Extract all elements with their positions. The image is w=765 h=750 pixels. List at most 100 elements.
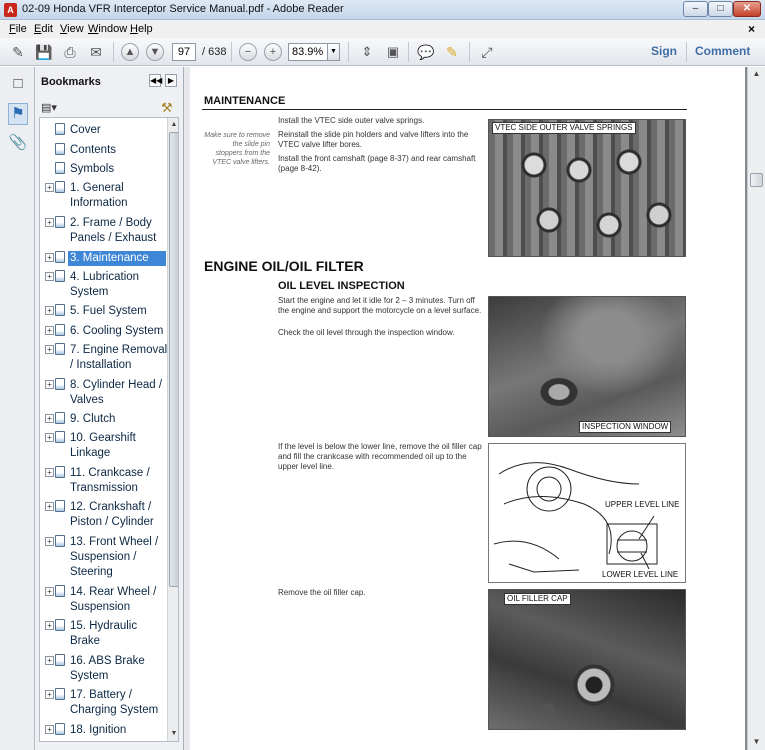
expand-icon[interactable]: +: [45, 690, 54, 699]
menu-edit[interactable]: Edit: [34, 23, 53, 35]
expand-icon[interactable]: +: [45, 345, 54, 354]
edit-pdf-icon[interactable]: ✎: [8, 42, 28, 62]
menu-help[interactable]: Help: [130, 23, 153, 35]
section-heading: ENGINE OIL/OIL FILTER: [204, 258, 364, 274]
bookmark-icon: [55, 343, 65, 355]
scroll-thumb[interactable]: [169, 132, 178, 587]
expand-icon[interactable]: +: [45, 326, 54, 335]
print-icon[interactable]: ⎙: [60, 42, 80, 62]
lower-level-line-label: LOWER LEVEL LINE: [602, 570, 679, 579]
bookmarks-title: Bookmarks: [41, 76, 101, 88]
step-text: Install the VTEC side outer valve spring…: [278, 116, 425, 125]
bookmark-icon: [55, 162, 65, 174]
expand-icon[interactable]: +: [45, 272, 54, 281]
bookmark-icon: [55, 535, 65, 547]
adobe-reader-icon: A: [4, 3, 17, 17]
expand-icon[interactable]: +: [45, 253, 54, 262]
bookmark-icon: [55, 324, 65, 336]
toolbar-divider: [348, 42, 349, 62]
menu-bar: File Edit View Window Help ×: [0, 20, 765, 38]
bookmark-icon: [55, 181, 65, 193]
menu-view[interactable]: View: [60, 23, 84, 35]
save-icon[interactable]: 💾: [34, 42, 54, 62]
bookmark-icon: [55, 585, 65, 597]
engine-line-drawing: [493, 462, 658, 573]
scroll-down-icon[interactable]: ▼: [750, 737, 763, 746]
page-thumbnails-icon[interactable]: □: [8, 75, 28, 97]
toolbar-divider: [113, 42, 114, 62]
email-icon[interactable]: ✉: [86, 42, 106, 62]
bookmark-icon: [55, 216, 65, 228]
upper-level-line-label: UPPER LEVEL LINE: [605, 500, 680, 509]
fit-page-icon[interactable]: ⇕: [357, 42, 377, 62]
bookmark-icon: [55, 654, 65, 666]
menu-window[interactable]: Window: [88, 23, 127, 35]
expand-icon[interactable]: +: [45, 502, 54, 511]
bookmark-icon: [55, 143, 65, 155]
expand-icon[interactable]: +: [45, 306, 54, 315]
scroll-up-icon[interactable]: ▲: [168, 118, 178, 131]
bookmark-icon: [55, 378, 65, 390]
full-screen-icon[interactable]: ⤢: [477, 42, 497, 62]
figure-label: VTEC SIDE OUTER VALVE SPRINGS: [492, 122, 636, 134]
expand-panel-icon[interactable]: ▶: [165, 74, 177, 87]
toolbar-divider: [408, 42, 409, 62]
close-document-icon[interactable]: ×: [748, 22, 755, 36]
find-bookmark-icon[interactable]: ⚒: [161, 100, 173, 116]
toolbar-divider: [231, 42, 232, 62]
scroll-up-icon[interactable]: ▲: [750, 69, 763, 78]
bookmark-options-icon[interactable]: ▤▾: [41, 101, 57, 114]
zoom-out-icon[interactable]: −: [239, 43, 257, 61]
header-rule: [202, 109, 687, 110]
sticky-note-icon[interactable]: 💬: [416, 42, 436, 62]
bookmark-icon: [55, 466, 65, 478]
expand-icon[interactable]: +: [45, 621, 54, 630]
menu-file[interactable]: File: [9, 23, 27, 35]
scroll-down-icon[interactable]: ▼: [168, 727, 178, 740]
bookmark-icon: [55, 412, 65, 424]
minimize-button[interactable]: –: [683, 1, 708, 17]
zoom-input[interactable]: 83.9%: [288, 43, 328, 61]
bookmark-icon: [55, 123, 65, 135]
title-bar: A 02-09 Honda VFR Interceptor Service Ma…: [0, 0, 765, 20]
previous-page-icon[interactable]: ▲: [121, 43, 139, 61]
bookmark-icon: [55, 688, 65, 700]
expand-icon[interactable]: +: [45, 587, 54, 596]
pdf-page: MAINTENANCE Make sure to remove the slid…: [190, 67, 745, 750]
expand-icon[interactable]: +: [45, 656, 54, 665]
scroll-thumb[interactable]: [750, 173, 763, 187]
expand-icon[interactable]: +: [45, 380, 54, 389]
bookmarks-scrollbar[interactable]: ▲ ▼: [167, 118, 178, 741]
step-text: Install the front camshaft (page 8-37) a…: [278, 154, 476, 173]
document-scrollbar[interactable]: ▲ ▼: [747, 67, 765, 750]
zoom-dropdown-icon[interactable]: ▼: [327, 43, 340, 61]
comment-button[interactable]: Comment: [695, 44, 750, 58]
subsection-heading: OIL LEVEL INSPECTION: [278, 280, 405, 292]
bookmarks-icon[interactable]: ⚑: [8, 103, 28, 125]
document-area: MAINTENANCE Make sure to remove the slid…: [190, 67, 747, 750]
close-window-button[interactable]: ✕: [733, 1, 761, 17]
zoom-in-icon[interactable]: +: [264, 43, 282, 61]
collapse-panel-icon[interactable]: ◀◀: [149, 74, 162, 87]
inspection-window-photo: INSPECTION WINDOW: [488, 296, 686, 437]
expand-icon[interactable]: +: [45, 468, 54, 477]
section-header: MAINTENANCE: [204, 95, 286, 107]
fit-width-icon[interactable]: ▣: [383, 42, 403, 62]
bookmark-tree: Cover Contents Symbols +1. General Infor…: [39, 117, 179, 742]
paragraph: Start the engine and let it idle for 2 –…: [278, 296, 482, 315]
expand-icon[interactable]: +: [45, 218, 54, 227]
maximize-button[interactable]: □: [708, 1, 733, 17]
toolbar-divider: [686, 42, 687, 62]
highlight-icon[interactable]: ✎: [442, 42, 462, 62]
expand-icon[interactable]: +: [45, 537, 54, 546]
expand-icon[interactable]: +: [45, 183, 54, 192]
expand-icon[interactable]: +: [45, 414, 54, 423]
bookmark-icon: [55, 619, 65, 631]
expand-icon[interactable]: +: [45, 725, 54, 734]
next-page-icon[interactable]: ▼: [146, 43, 164, 61]
page-number-input[interactable]: 97: [172, 43, 196, 61]
paragraph: Check the oil level through the inspecti…: [278, 328, 455, 337]
expand-icon[interactable]: +: [45, 433, 54, 442]
attachments-icon[interactable]: 📎: [8, 133, 28, 155]
sign-button[interactable]: Sign: [651, 44, 677, 58]
